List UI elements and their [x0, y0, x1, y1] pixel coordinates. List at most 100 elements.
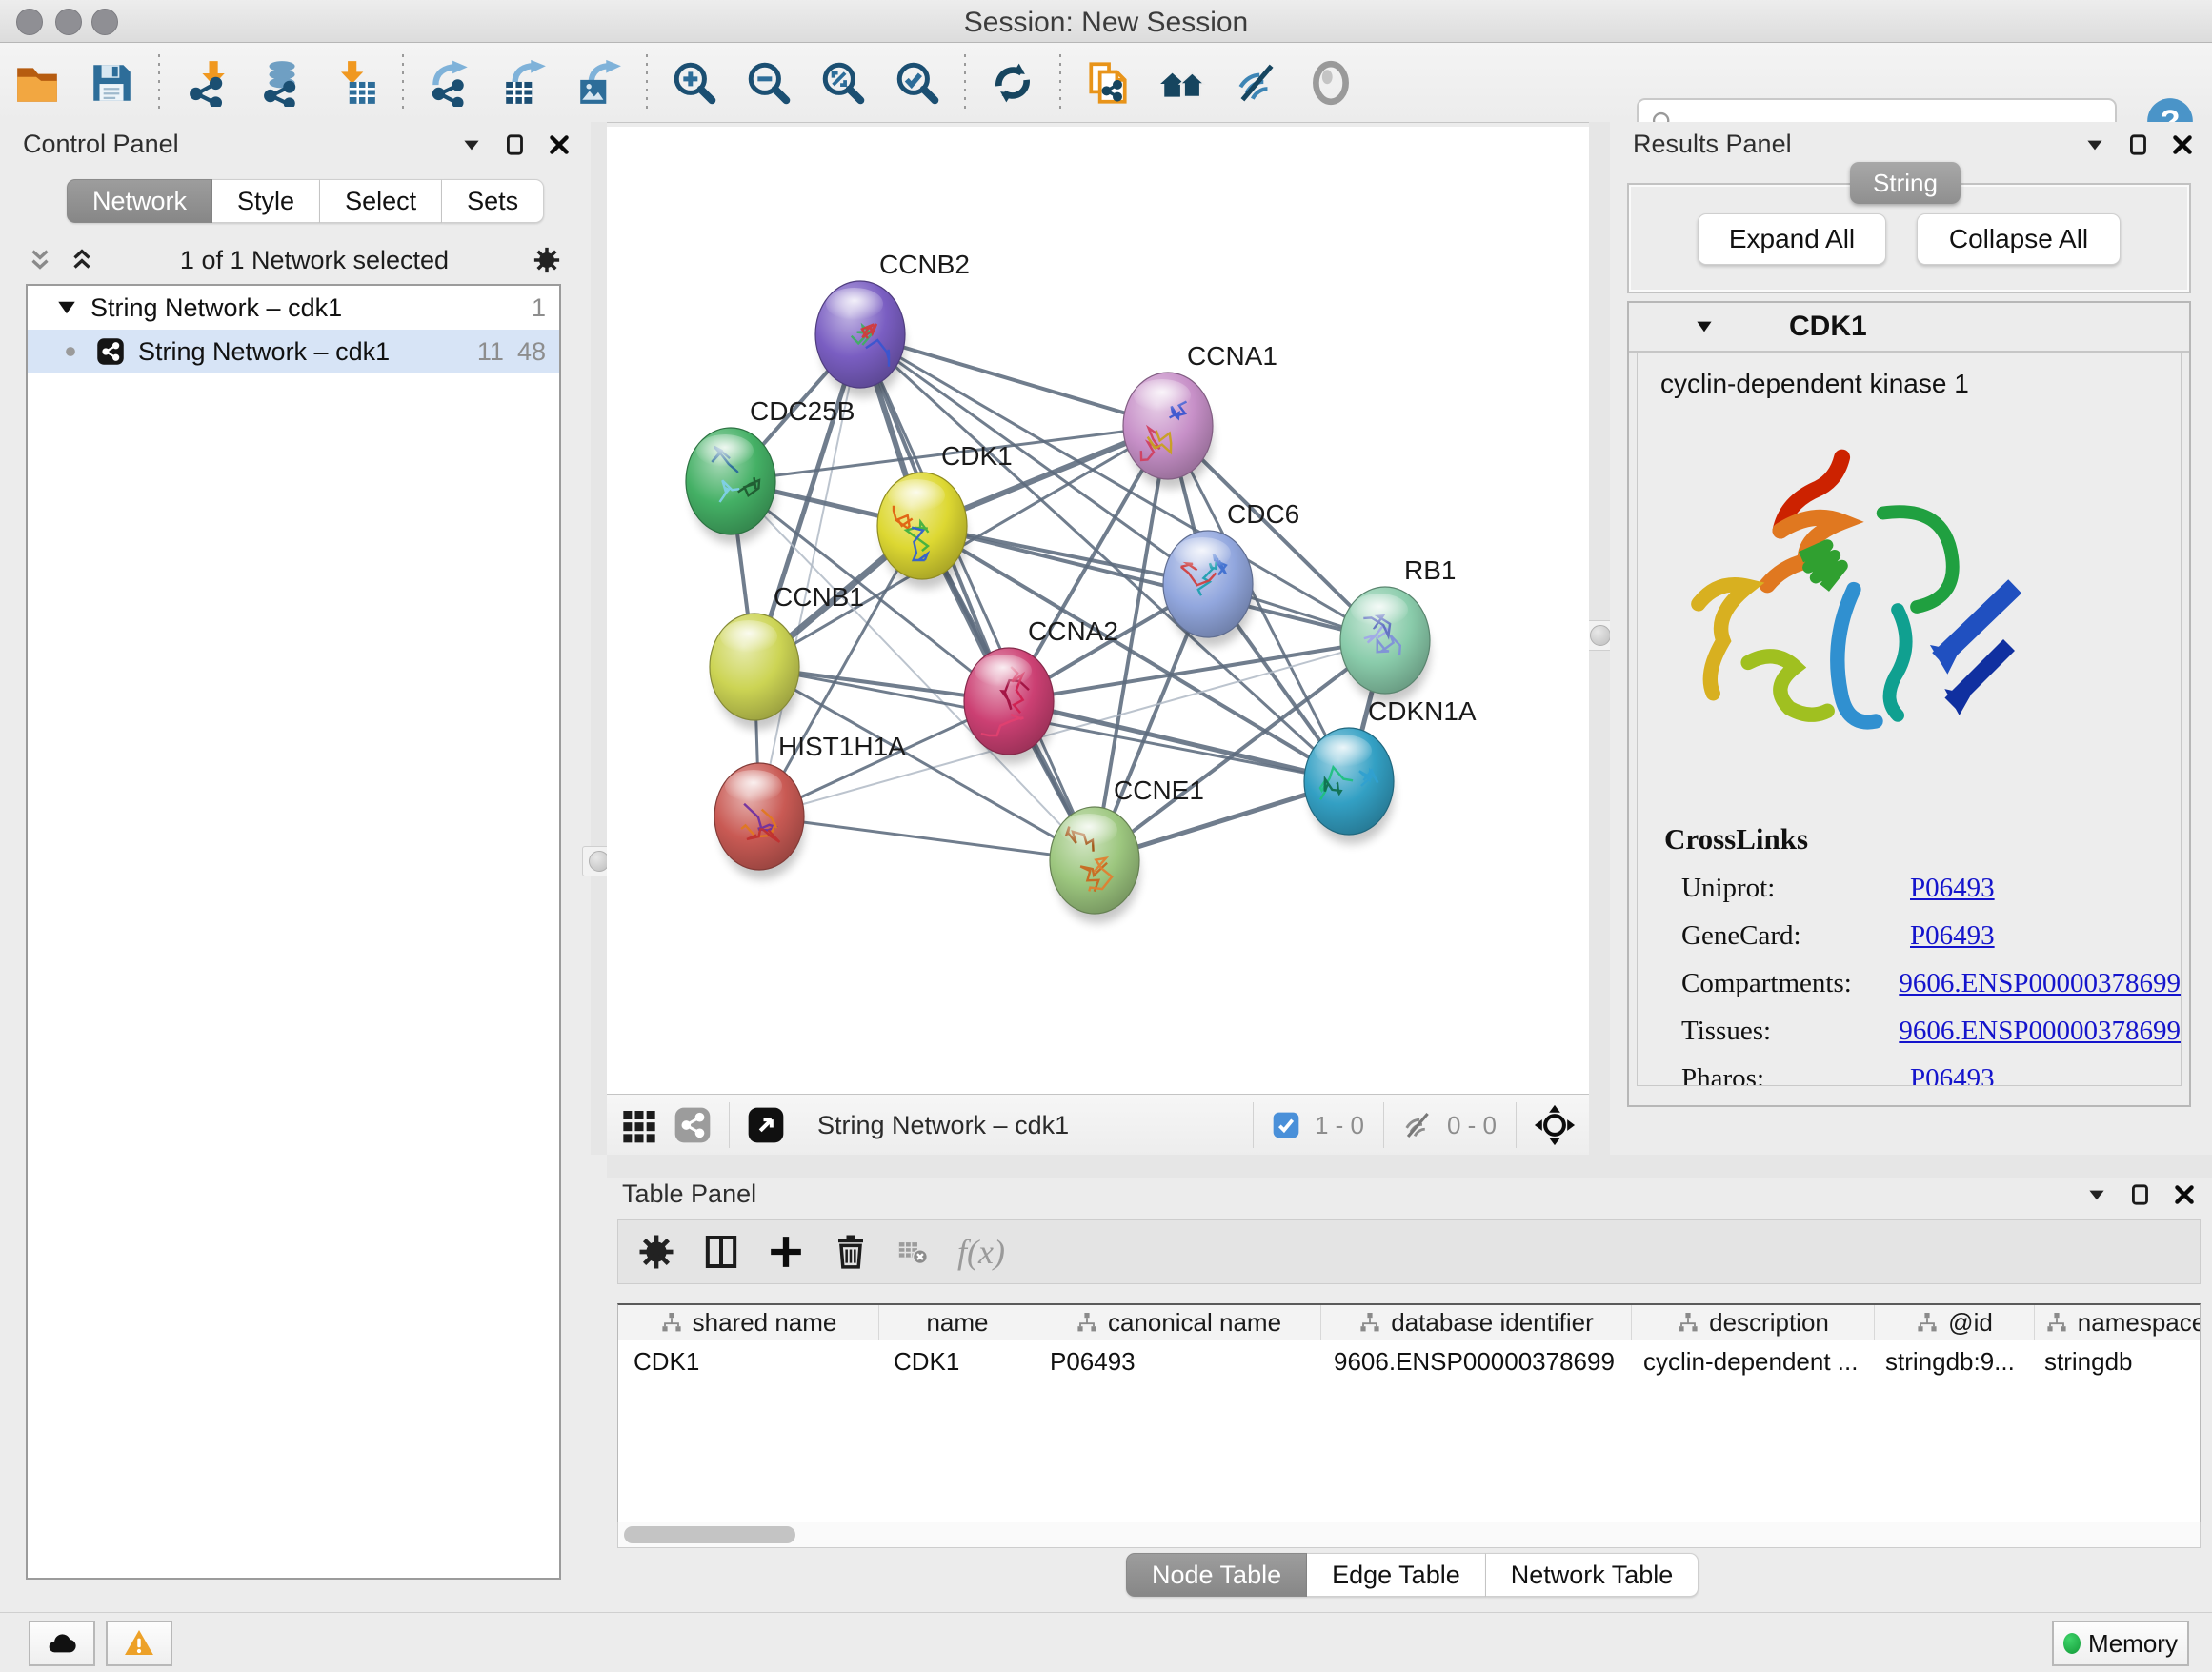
- table-cell[interactable]: CDK1: [878, 1347, 1035, 1377]
- zoom-in-button[interactable]: [663, 52, 726, 113]
- table-panel-collapse-icon[interactable]: [2084, 1182, 2109, 1207]
- crosslink-value-link[interactable]: P06493: [1910, 873, 1995, 904]
- table-cell[interactable]: 9606.ENSP00000378699: [1318, 1347, 1628, 1377]
- table-cell[interactable]: CDK1: [618, 1347, 878, 1377]
- crosslink-value-link[interactable]: P06493: [1910, 1063, 1995, 1086]
- network-node-RB1[interactable]: RB1: [1340, 555, 1456, 703]
- share-document-button[interactable]: [1076, 52, 1139, 113]
- column-header-database-identifier[interactable]: database identifier: [1321, 1305, 1632, 1340]
- memory-button[interactable]: Memory: [2052, 1621, 2189, 1666]
- cdk1-section-header[interactable]: CDK1: [1629, 303, 2189, 353]
- delete-column-icon[interactable]: [832, 1233, 870, 1271]
- warning-icon: [124, 1628, 154, 1659]
- column-header-canonical-name[interactable]: canonical name: [1036, 1305, 1321, 1340]
- expand-all-networks-icon[interactable]: [68, 246, 96, 274]
- disclosure-triangle-icon[interactable]: [52, 293, 81, 322]
- network-edge[interactable]: [860, 334, 1168, 426]
- home-button[interactable]: [1151, 52, 1214, 113]
- tab-sets[interactable]: Sets: [442, 179, 544, 223]
- collapse-all-button[interactable]: Collapse All: [1917, 213, 2121, 265]
- crosslink-value-link[interactable]: P06493: [1910, 920, 1995, 952]
- table-cell[interactable]: cyclin-dependent ...: [1628, 1347, 1870, 1377]
- tab-network-table[interactable]: Network Table: [1486, 1553, 1699, 1597]
- left-splitter[interactable]: [591, 122, 607, 1155]
- export-network-button[interactable]: [419, 52, 482, 113]
- network-edge[interactable]: [922, 526, 1385, 640]
- import-table-button[interactable]: [324, 52, 387, 113]
- crosslink-value-link[interactable]: 9606.ENSP00000378699: [1899, 968, 2181, 999]
- zoom-fit-button[interactable]: [812, 52, 875, 113]
- table-horizontal-scrollbar[interactable]: [617, 1522, 2201, 1548]
- table-cell[interactable]: stringdb: [2029, 1347, 2201, 1377]
- column-header--id[interactable]: @id: [1875, 1305, 2035, 1340]
- column-header-description[interactable]: description: [1632, 1305, 1875, 1340]
- expand-all-button[interactable]: Expand All: [1698, 213, 1886, 265]
- export-table-button[interactable]: [493, 52, 556, 113]
- detach-view-icon[interactable]: [747, 1106, 785, 1144]
- column-header-name[interactable]: name: [879, 1305, 1036, 1340]
- selected-items-checkbox-icon[interactable]: [1271, 1110, 1301, 1140]
- section-disclosure-icon[interactable]: [1692, 314, 1717, 339]
- cloud-icon: [47, 1628, 77, 1659]
- view-grid-mode-icon[interactable]: [620, 1106, 658, 1144]
- network-node-CCNA2[interactable]: CCNA2: [964, 616, 1118, 764]
- network-node-HIST1H1A[interactable]: HIST1H1A: [714, 732, 906, 879]
- import-network-button[interactable]: [175, 52, 238, 113]
- import-network-database-button[interactable]: [250, 52, 312, 113]
- cloud-button[interactable]: [29, 1621, 95, 1666]
- network-row-selected[interactable]: String Network – cdk1 11 48: [28, 330, 559, 373]
- network-node-CCNB2[interactable]: CCNB2: [815, 250, 970, 397]
- results-panel-float-icon[interactable]: [2126, 132, 2151, 157]
- table-cell[interactable]: stringdb:9...: [1870, 1347, 2029, 1377]
- control-panel-close-icon[interactable]: [547, 132, 572, 157]
- network-node-CDKN1A[interactable]: CDKN1A: [1304, 696, 1477, 844]
- network-edge[interactable]: [860, 334, 1095, 860]
- network-node-CCNA1[interactable]: CCNA1: [1123, 341, 1277, 489]
- control-panel-collapse-icon[interactable]: [459, 132, 484, 157]
- tab-node-table[interactable]: Node Table: [1126, 1553, 1307, 1597]
- birds-eye-crosshair-icon[interactable]: [1534, 1104, 1576, 1146]
- network-edge[interactable]: [1009, 701, 1349, 781]
- scrollbar-thumb[interactable]: [624, 1526, 795, 1543]
- results-panel-collapse-icon[interactable]: [2082, 132, 2107, 157]
- network-edge[interactable]: [759, 816, 1095, 860]
- table-options-gear-icon[interactable]: [637, 1233, 675, 1271]
- table-cell[interactable]: P06493: [1035, 1347, 1318, 1377]
- create-column-icon[interactable]: [767, 1233, 805, 1271]
- collapse-all-networks-icon[interactable]: [26, 246, 54, 274]
- table-row[interactable]: CDK1CDK1P064939606.ENSP00000378699cyclin…: [618, 1340, 2200, 1382]
- protein-structure-image: [1666, 416, 2047, 797]
- show-graphics-details-button[interactable]: [1299, 52, 1362, 113]
- show-columns-icon[interactable]: [702, 1233, 740, 1271]
- zoom-selected-button[interactable]: [886, 52, 949, 113]
- results-panel-close-icon[interactable]: [2170, 132, 2195, 157]
- warnings-button[interactable]: [106, 1621, 172, 1666]
- column-header-shared-name[interactable]: shared name: [618, 1305, 879, 1340]
- network-collection-row[interactable]: String Network – cdk1 1: [28, 286, 559, 330]
- network-node-CCNE1[interactable]: CCNE1: [1050, 776, 1204, 923]
- node-label: CCNE1: [1114, 776, 1204, 805]
- export-image-button[interactable]: [568, 52, 631, 113]
- table-splitter[interactable]: [607, 1155, 2212, 1178]
- refresh-layout-button[interactable]: [981, 52, 1044, 113]
- crosslink-value-link[interactable]: 9606.ENSP00000378699: [1899, 1016, 2181, 1047]
- tab-string[interactable]: String: [1850, 162, 1961, 204]
- view-share-mode-icon[interactable]: [674, 1106, 712, 1144]
- table-panel-close-icon[interactable]: [2172, 1182, 2197, 1207]
- tab-style[interactable]: Style: [212, 179, 320, 223]
- tab-network[interactable]: Network: [67, 179, 212, 223]
- hide-unhide-button[interactable]: [1225, 52, 1288, 113]
- table-panel-float-icon[interactable]: [2128, 1182, 2153, 1207]
- tab-edge-table[interactable]: Edge Table: [1307, 1553, 1486, 1597]
- network-canvas[interactable]: CCNB2CCNA1CDC25BCDK1CDC6RB1CCNB1CCNA2CDK…: [607, 127, 1589, 1094]
- refresh-layout-icon: [989, 59, 1036, 107]
- control-panel-float-icon[interactable]: [503, 132, 528, 157]
- network-node-CCNB1[interactable]: CCNB1: [710, 582, 864, 730]
- hidden-items-eye-icon[interactable]: [1401, 1109, 1434, 1141]
- column-header-namespace[interactable]: namespace: [2035, 1305, 2201, 1340]
- tab-select[interactable]: Select: [320, 179, 442, 223]
- save-session-button[interactable]: [80, 52, 143, 113]
- network-options-gear-icon[interactable]: [533, 246, 561, 274]
- open-file-button[interactable]: [6, 52, 69, 113]
- zoom-out-button[interactable]: [737, 52, 800, 113]
